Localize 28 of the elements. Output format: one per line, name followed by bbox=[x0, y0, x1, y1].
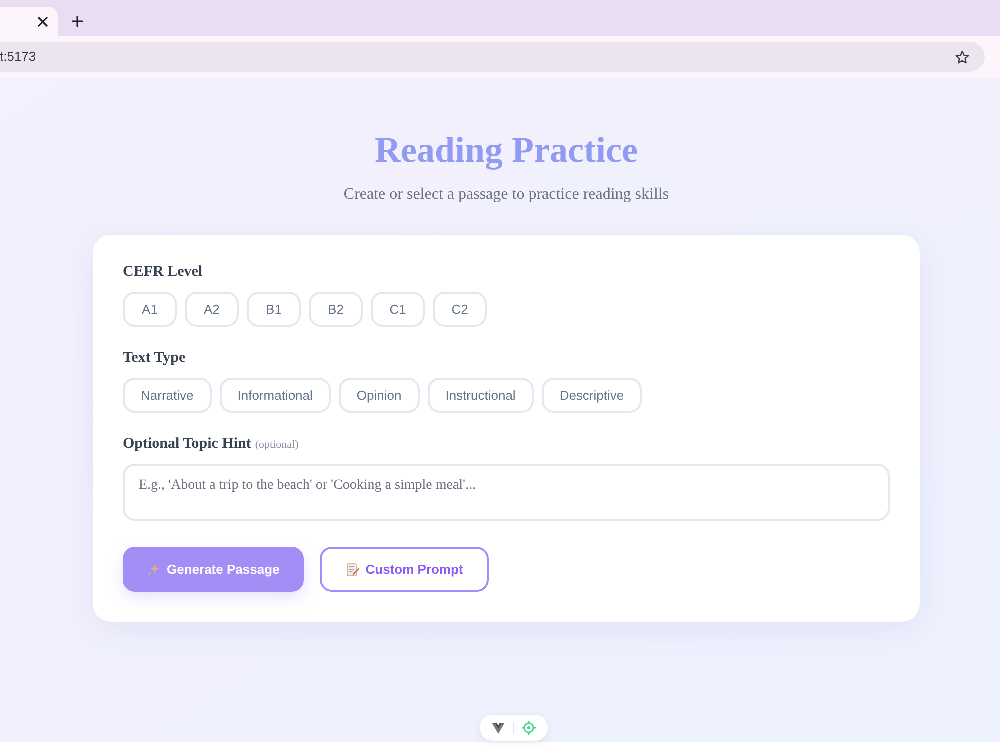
level-option[interactable]: C2 bbox=[433, 292, 487, 327]
memo-icon bbox=[346, 562, 360, 576]
page-subtitle: Create or select a passage to practice reading skills bbox=[344, 185, 670, 205]
text-type-option[interactable]: Descriptive bbox=[542, 378, 642, 413]
optional-note: (optional) bbox=[255, 438, 299, 453]
topic-hint-field[interactable]: E.g., 'About a trip to the beach' or 'Cooking a simple meal'... bbox=[123, 464, 890, 521]
close-icon[interactable] bbox=[38, 16, 48, 26]
level-option[interactable]: A1 bbox=[123, 292, 177, 327]
topic-label: Optional Topic Hint bbox=[123, 435, 252, 454]
text-type-option[interactable]: Opinion bbox=[338, 378, 420, 413]
level-option[interactable]: B1 bbox=[247, 292, 301, 327]
custom-prompt-button[interactable]: Custom Prompt bbox=[320, 547, 490, 592]
level-option[interactable]: B2 bbox=[309, 292, 363, 327]
sparkle-icon bbox=[147, 562, 161, 576]
text-type-label: Text Type bbox=[123, 349, 186, 368]
text-type-option[interactable]: Narrative bbox=[123, 378, 212, 413]
browser-tab[interactable] bbox=[0, 7, 58, 36]
page-title: Reading Practice bbox=[375, 130, 638, 170]
url-text: t:5173 bbox=[0, 48, 36, 66]
text-type-option[interactable]: Instructional bbox=[428, 378, 534, 413]
level-label: CEFR Level bbox=[123, 263, 203, 282]
level-option[interactable]: C1 bbox=[371, 292, 425, 327]
bookmark-star-icon[interactable] bbox=[955, 50, 970, 64]
address-bar[interactable]: t:5173 bbox=[0, 42, 985, 72]
v-logo-icon[interactable] bbox=[492, 722, 505, 734]
new-tab-icon[interactable] bbox=[72, 16, 83, 27]
text-type-option[interactable]: Informational bbox=[220, 378, 331, 413]
level-option[interactable]: A2 bbox=[185, 292, 239, 327]
